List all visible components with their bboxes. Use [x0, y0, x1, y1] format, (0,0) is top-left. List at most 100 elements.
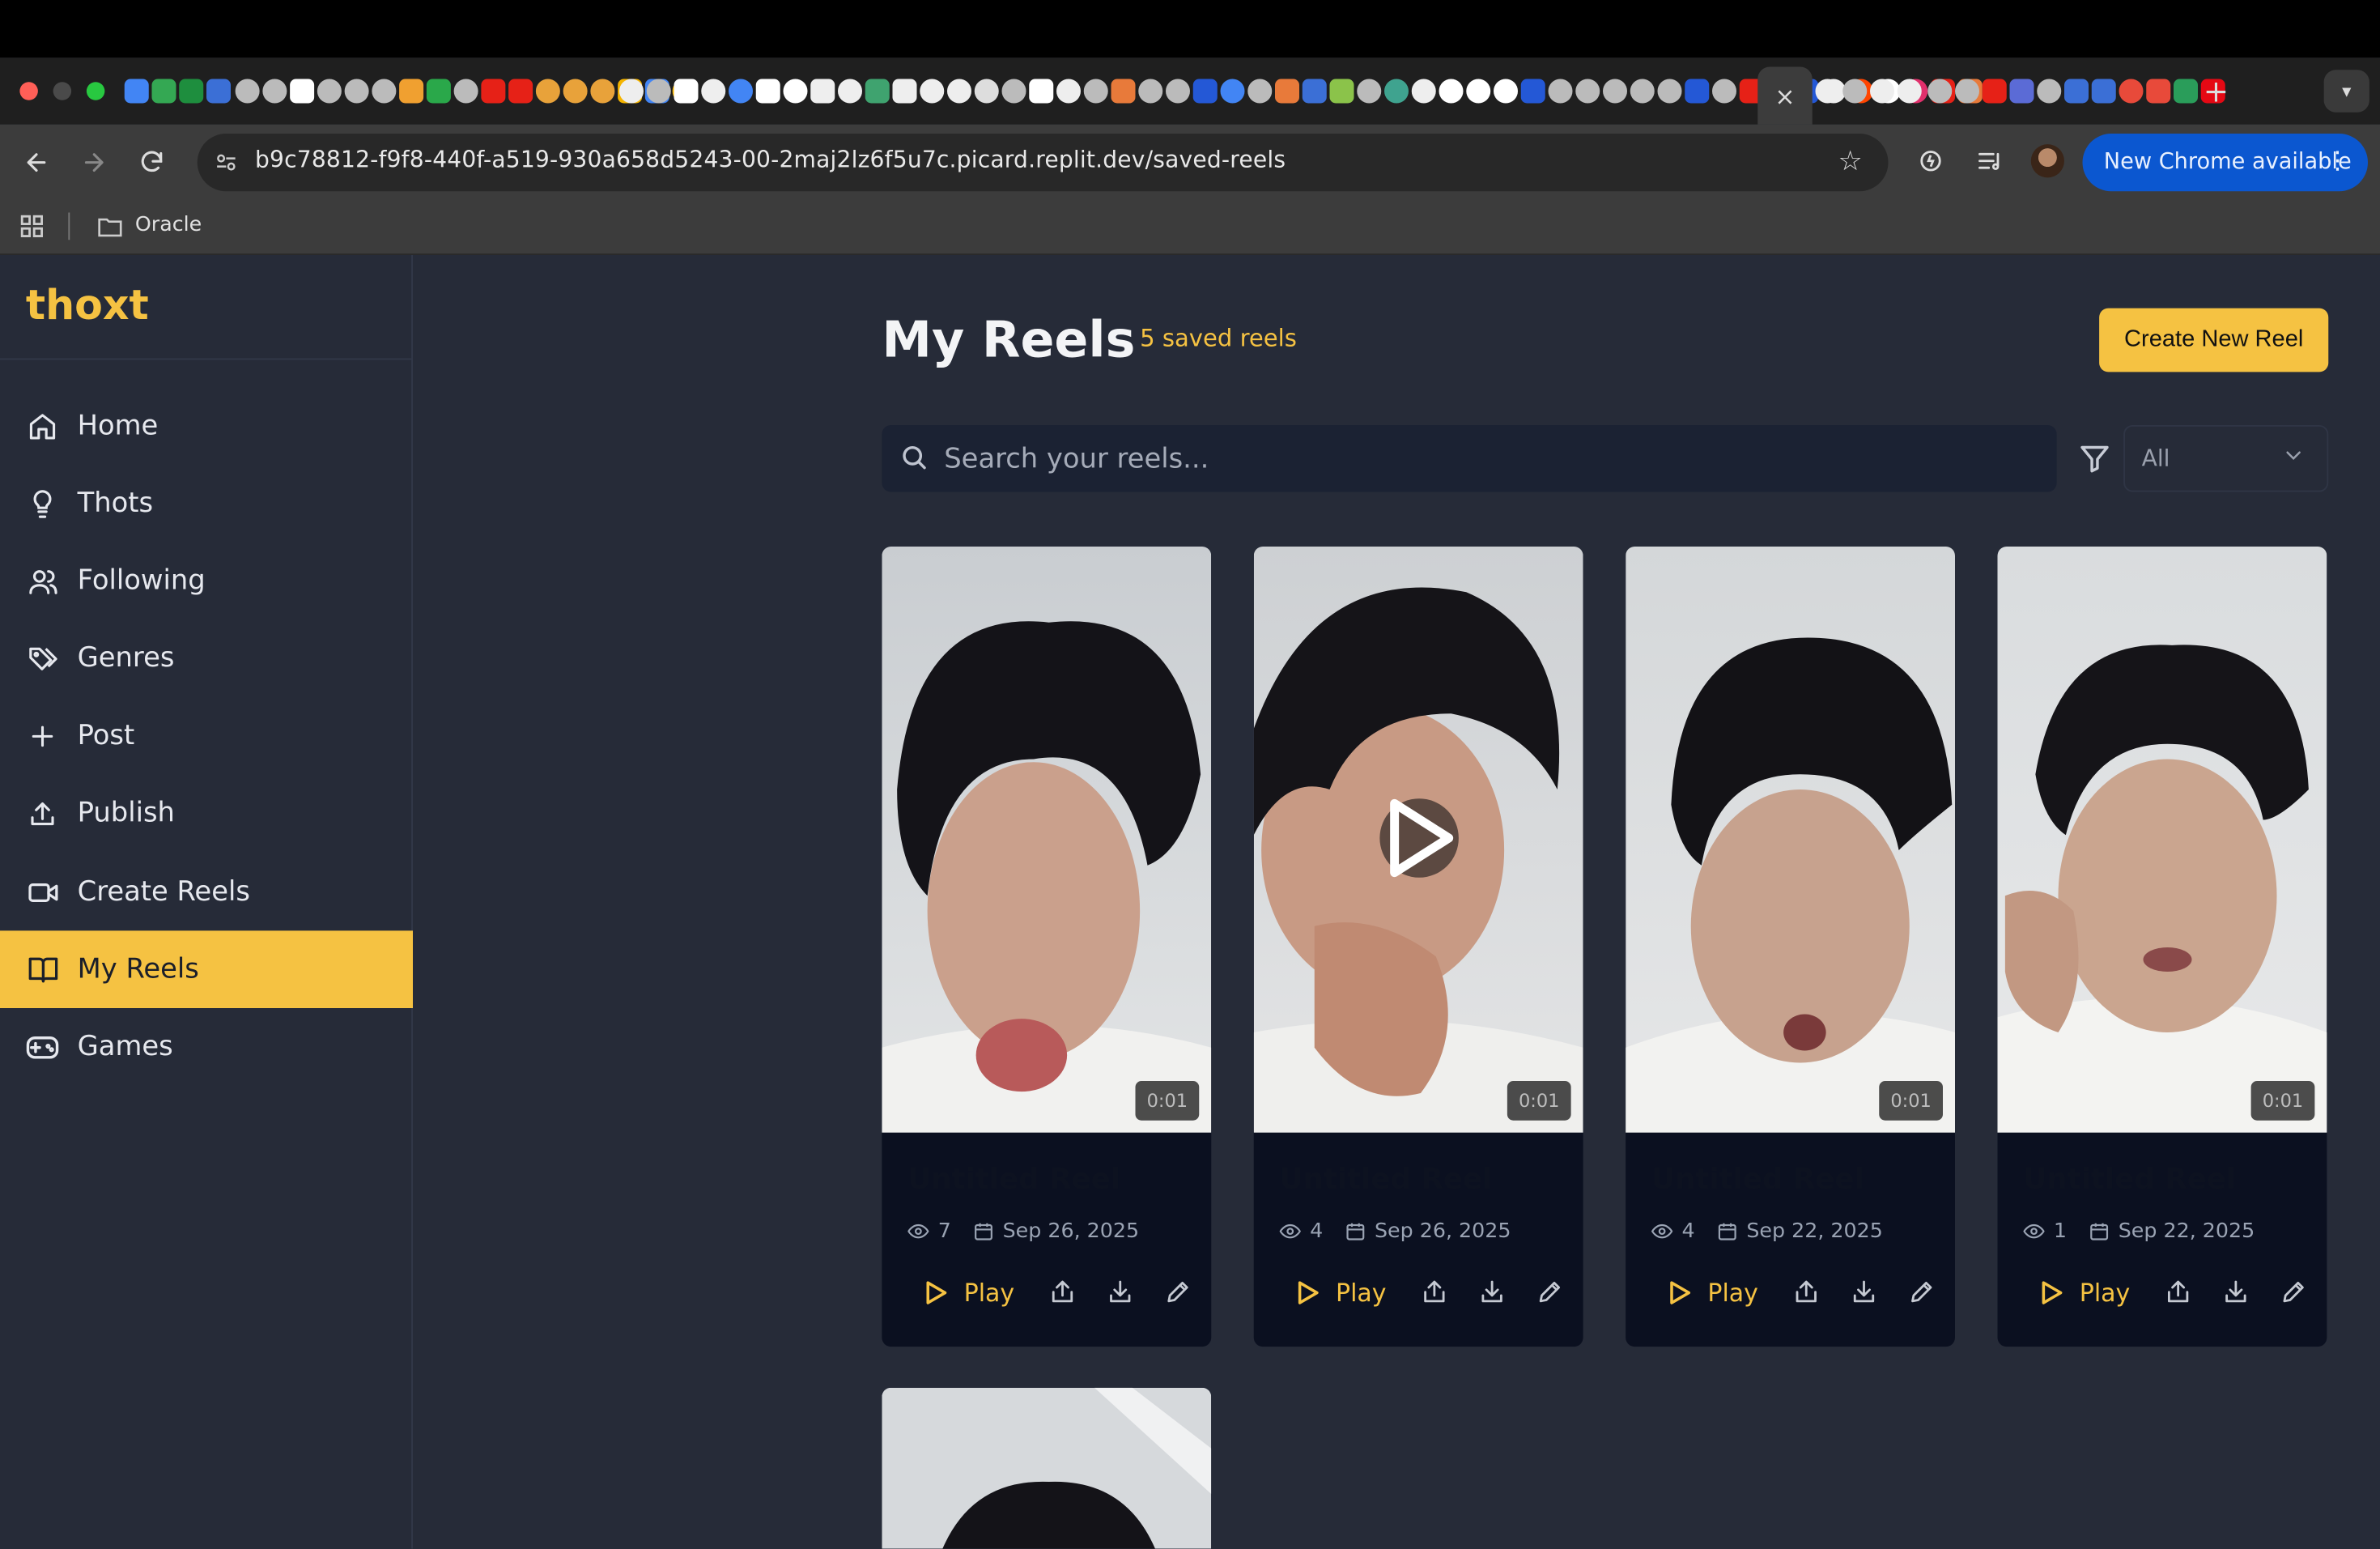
reel-thumbnail[interactable]: [1626, 547, 1955, 1133]
url-text[interactable]: b9c78812-f9f8-440f-a519-930a658d5243-00-…: [255, 146, 1286, 173]
share-icon[interactable]: [1049, 1279, 1077, 1306]
play-button[interactable]: Play: [924, 1272, 1014, 1312]
sidebar-item-post[interactable]: Post: [0, 697, 413, 775]
gamepad-icon: [26, 1030, 59, 1063]
reel-thumbnail[interactable]: [1997, 547, 2327, 1133]
sidebar-item-label: Post: [77, 719, 135, 752]
download-icon[interactable]: [1478, 1279, 1506, 1306]
edit-icon[interactable]: [2280, 1279, 2307, 1306]
reel-date: Sep 22, 2025: [2118, 1219, 2255, 1244]
play-button[interactable]: Play: [1296, 1272, 1387, 1312]
bookmark-folder-oracle[interactable]: Oracle: [135, 213, 202, 237]
reel-meta: 7 Sep 26, 2025: [907, 1218, 1139, 1245]
reel-meta: 1 Sep 22, 2025: [2023, 1218, 2255, 1245]
tab-favicons-group-4[interactable]: [1927, 76, 2225, 107]
tab-search-chevron-icon[interactable]: ▾: [2323, 70, 2369, 113]
download-icon[interactable]: [1851, 1279, 1878, 1306]
zoom-window-button[interactable]: [86, 82, 105, 100]
share-icon[interactable]: [2165, 1279, 2192, 1306]
share-icon[interactable]: [1421, 1279, 1448, 1306]
reel-card[interactable]: 0:01 Untitled Reel 7 Sep 26, 2025 Play: [882, 547, 1212, 1347]
active-tab-close-button[interactable]: ×: [1757, 66, 1813, 125]
reel-date: Sep 26, 2025: [1002, 1219, 1140, 1244]
media-controls-icon[interactable]: [1974, 144, 2007, 177]
bookmarks-bar: [0, 200, 2380, 255]
tags-icon: [26, 641, 59, 674]
sidebar-item-my-reels[interactable]: My Reels: [0, 930, 413, 1008]
share-icon[interactable]: [1792, 1279, 1820, 1306]
sidebar-item-following[interactable]: Following: [0, 542, 413, 619]
reel-actions: Play: [924, 1272, 1198, 1312]
reel-card[interactable]: 0:01 Untitled Reel 4 Sep 26, 2025 Play: [1253, 547, 1583, 1347]
sidebar-item-create-reels[interactable]: Create Reels: [0, 853, 413, 931]
calendar-icon: [974, 1223, 992, 1240]
extension-icon[interactable]: [1914, 144, 1947, 177]
reel-thumbnail[interactable]: [882, 1387, 1212, 1549]
play-label: Play: [1336, 1277, 1387, 1307]
reel-thumbnail[interactable]: [1253, 547, 1583, 1133]
filter-icon[interactable]: [2078, 442, 2111, 475]
duration-badge: 0:01: [1135, 1081, 1200, 1121]
play-overlay-icon[interactable]: [1379, 798, 1459, 878]
download-icon[interactable]: [2222, 1279, 2250, 1306]
users-icon: [26, 564, 59, 598]
eye-icon: [907, 1223, 929, 1239]
edit-icon[interactable]: [1164, 1279, 1192, 1306]
sidebar-item-home[interactable]: Home: [0, 387, 413, 465]
create-new-reel-button[interactable]: Create New Reel: [2099, 308, 2329, 372]
brand-logo[interactable]: thoxt: [26, 283, 149, 330]
sidebar-item-label: Games: [77, 1031, 173, 1063]
pinned-tabs-favicons[interactable]: [124, 76, 231, 107]
reel-card[interactable]: 0:01 Untitled Reel 4 Sep 22, 2025 Play: [1626, 547, 1955, 1347]
download-icon[interactable]: [1107, 1279, 1134, 1306]
play-icon: [1298, 1280, 1319, 1304]
chrome-update-button[interactable]: New Chrome available ⋮: [2082, 134, 2368, 192]
more-vert-icon[interactable]: ⋮: [2326, 146, 2350, 175]
profile-avatar[interactable]: [2030, 144, 2064, 178]
sidebar-divider: [0, 358, 413, 360]
close-window-button[interactable]: [19, 82, 38, 100]
site-settings-icon[interactable]: [210, 146, 243, 179]
reel-thumbnail[interactable]: [882, 547, 1212, 1133]
edit-icon[interactable]: [1536, 1279, 1564, 1306]
apps-grid-icon[interactable]: [19, 213, 46, 240]
reel-date: Sep 22, 2025: [1746, 1219, 1883, 1244]
sidebar-item-genres[interactable]: Genres: [0, 619, 413, 697]
page-title: My Reels: [882, 309, 1136, 369]
reel-actions: Play: [1296, 1272, 1570, 1312]
reel-actions: Play: [1668, 1272, 1942, 1312]
play-button[interactable]: Play: [2040, 1272, 2130, 1312]
reel-meta: 4 Sep 26, 2025: [1279, 1218, 1511, 1245]
folder-icon[interactable]: [96, 213, 123, 240]
sidebar-item-thots[interactable]: Thots: [0, 465, 413, 543]
bookmark-star-icon[interactable]: ☆: [1832, 143, 1868, 179]
plus-icon: [26, 719, 59, 752]
play-icon: [2042, 1280, 2063, 1304]
sidebar-item-games[interactable]: Games: [0, 1008, 413, 1086]
play-label: Play: [963, 1277, 1015, 1307]
edit-icon[interactable]: [1908, 1279, 1936, 1306]
reload-icon[interactable]: [132, 143, 172, 182]
search-input[interactable]: [944, 437, 2038, 480]
forward-arrow-icon[interactable]: [74, 143, 114, 182]
play-button[interactable]: Play: [1668, 1272, 1758, 1312]
minimize-window-button[interactable]: [53, 82, 72, 100]
play-icon: [926, 1280, 947, 1304]
play-label: Play: [2079, 1277, 2131, 1307]
reel-title: Untitled Reel: [1651, 1163, 1864, 1197]
view-count: 1: [2053, 1219, 2067, 1244]
book-open-icon: [26, 953, 59, 986]
duration-badge: 0:01: [1507, 1081, 1571, 1121]
play-label: Play: [1707, 1277, 1758, 1307]
chevron-down-icon[interactable]: [2281, 444, 2306, 468]
sidebar-item-label: Publish: [77, 797, 175, 829]
back-arrow-icon[interactable]: [17, 143, 57, 182]
calendar-icon: [2089, 1223, 2108, 1240]
tab-favicons-group-3[interactable]: [1815, 76, 1922, 107]
reel-card[interactable]: [882, 1387, 1212, 1549]
sidebar-item-publish[interactable]: Publish: [0, 774, 413, 852]
new-tab-button[interactable]: +: [2198, 70, 2234, 113]
reel-card[interactable]: 0:01 Untitled Reel 1 Sep 22, 2025 Play: [1997, 547, 2327, 1347]
eye-icon: [2023, 1223, 2045, 1239]
reel-date: Sep 26, 2025: [1374, 1219, 1511, 1244]
